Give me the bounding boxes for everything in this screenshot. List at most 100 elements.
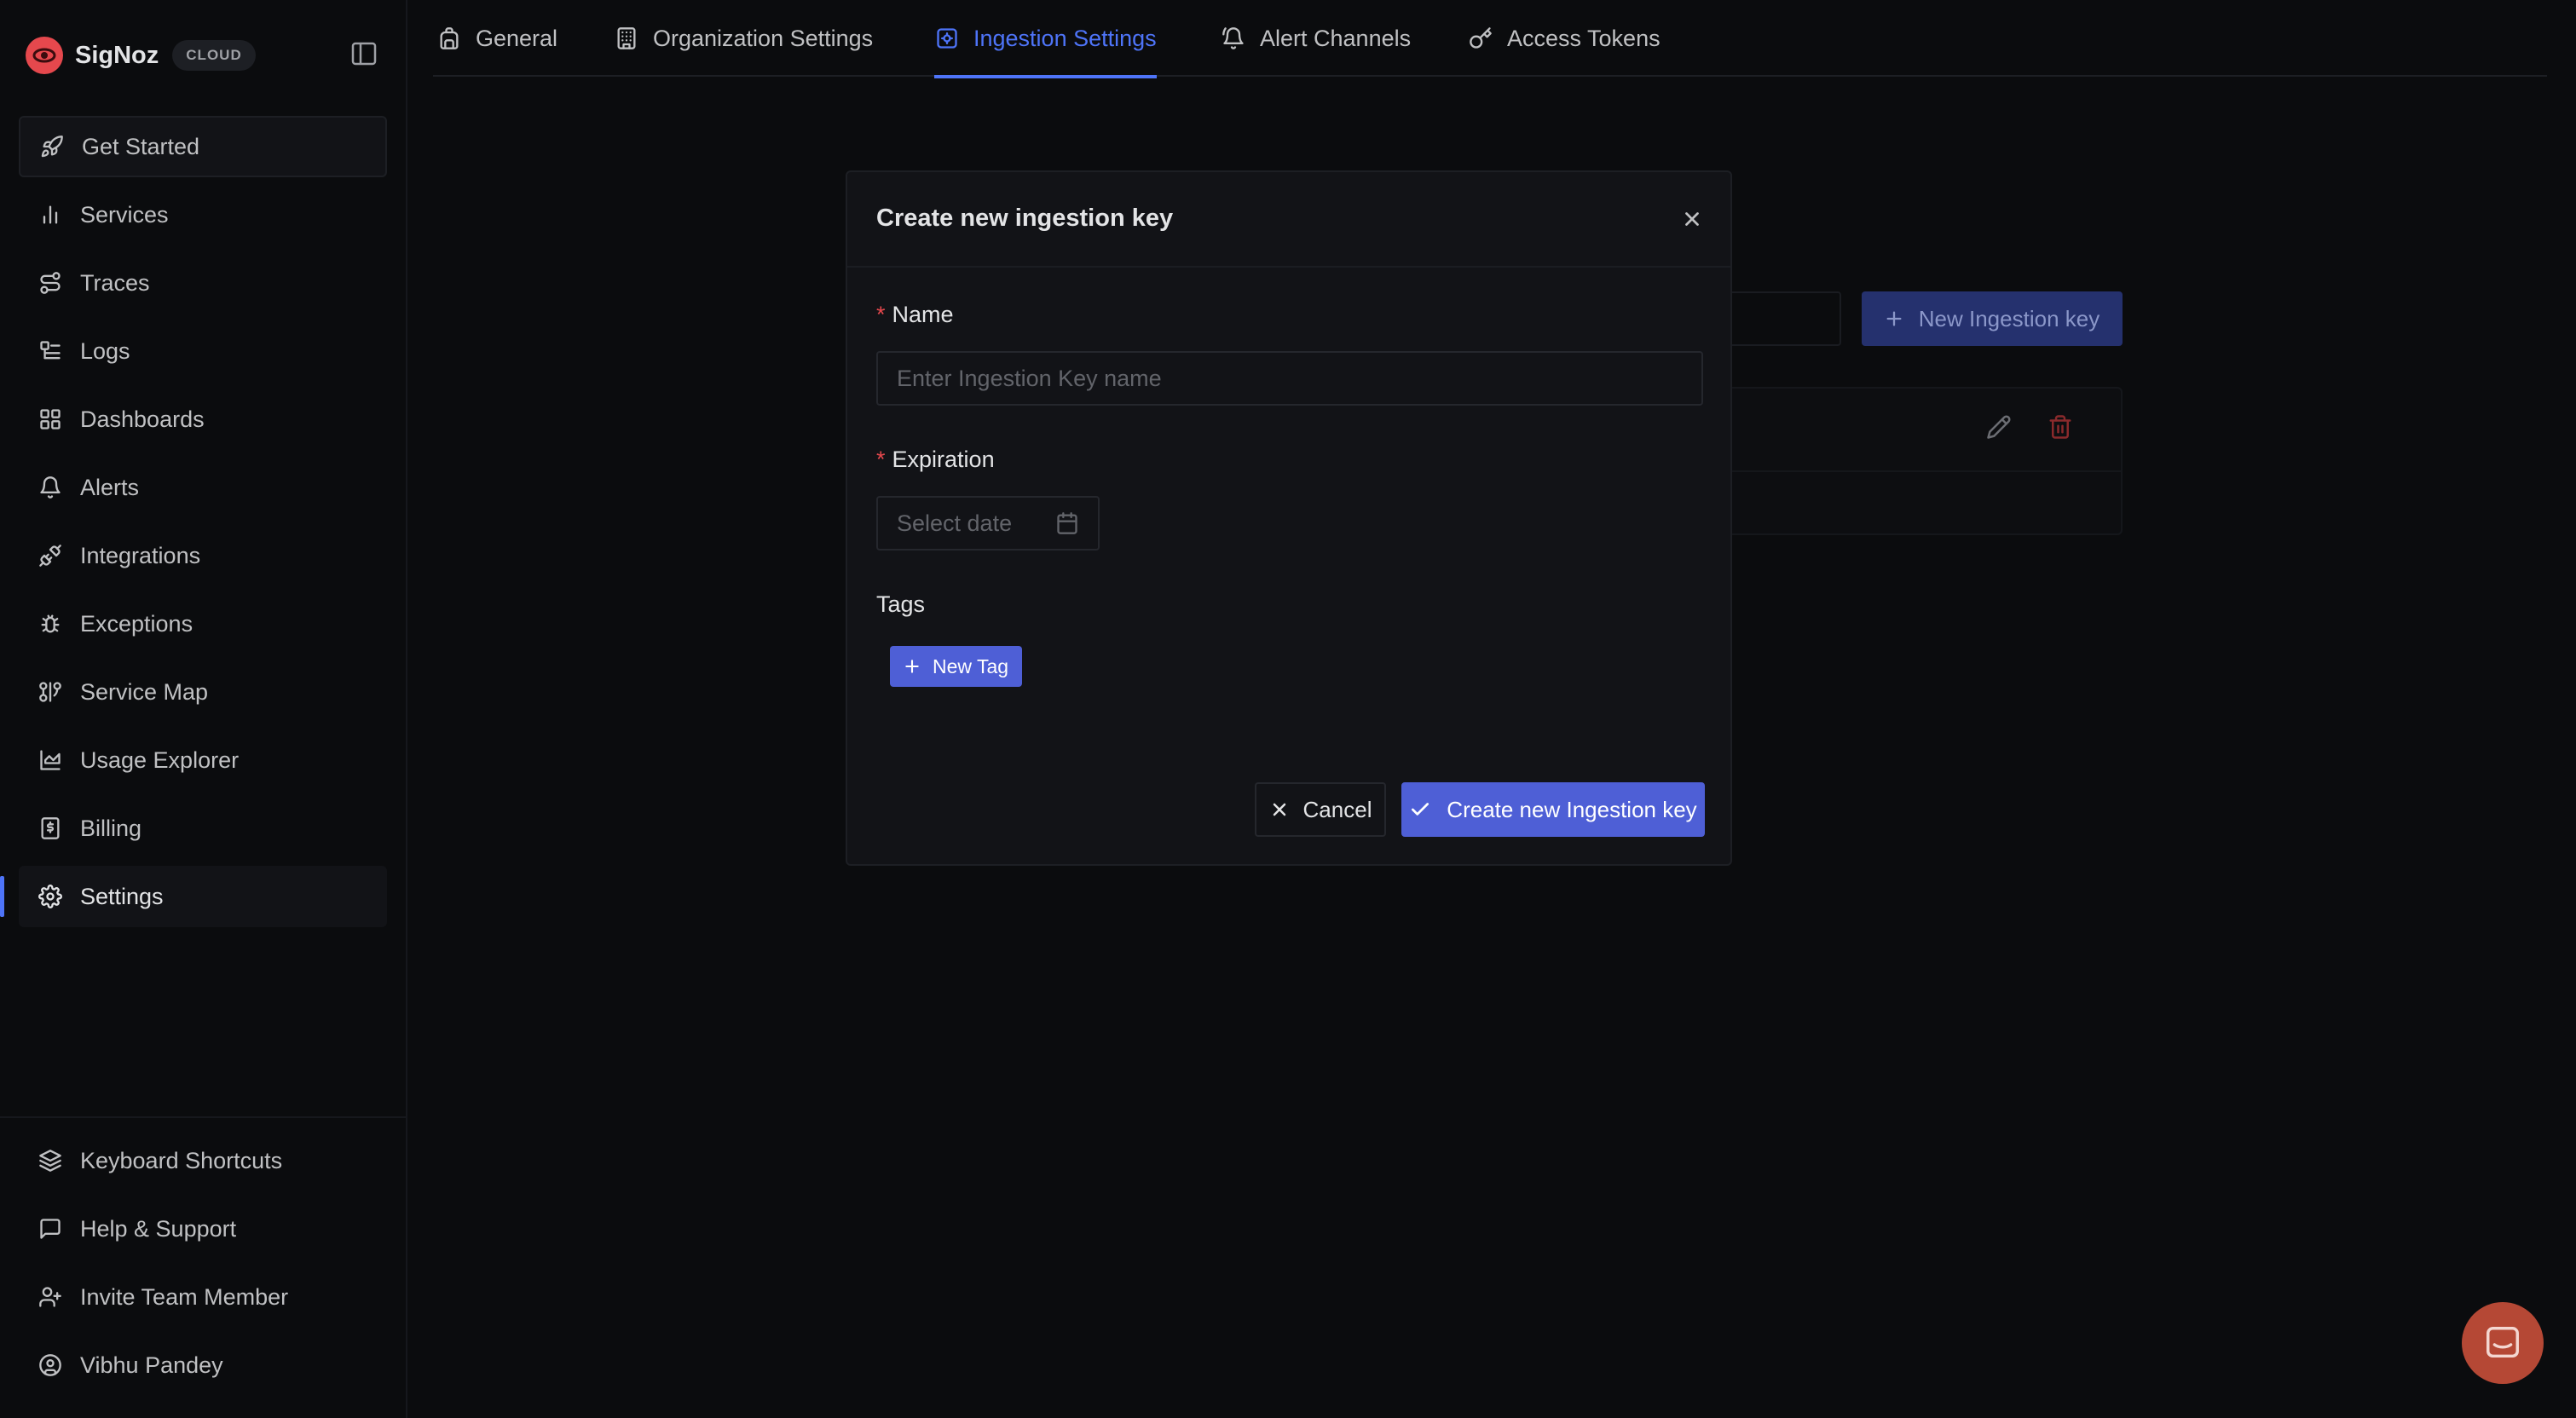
layers-icon: [38, 1148, 63, 1173]
sidebar-item-label: Invite Team Member: [80, 1283, 289, 1310]
sidebar-item-label: Exceptions: [80, 610, 193, 637]
required-marker: *: [876, 302, 886, 327]
chat-support-launcher-icon[interactable]: [2462, 1302, 2544, 1384]
create-ingestion-key-button[interactable]: Create new Ingestion key: [1401, 782, 1705, 837]
sidebar-item-service-map[interactable]: Service Map: [19, 661, 387, 723]
tab-label: Alert Channels: [1260, 25, 1412, 51]
tab-organization-settings[interactable]: Organization Settings: [614, 0, 873, 77]
bell-icon: [38, 475, 63, 500]
create-ingestion-key-modal: Create new ingestion key *Name *Expirati…: [846, 170, 1732, 866]
sidebar-nav: Get Started Services Traces Logs Dashboa…: [0, 116, 387, 934]
brand-name: SigNoz: [75, 41, 159, 69]
sidebar: SigNoz CLOUD Get Started Services Traces…: [0, 0, 407, 1418]
sidebar-bottom-nav: Keyboard Shortcuts Help & Support Invite…: [19, 1130, 387, 1403]
rocket-icon: [39, 134, 65, 159]
tags-label: Tags: [876, 591, 926, 617]
sidebar-toggle-icon[interactable]: [349, 39, 384, 68]
ingestion-key-name-input[interactable]: [876, 351, 1703, 406]
sidebar-item-integrations[interactable]: Integrations: [19, 525, 387, 586]
new-tag-button[interactable]: New Tag: [890, 646, 1023, 687]
key-icon: [1468, 26, 1493, 51]
edit-icon: [1986, 414, 2012, 440]
sidebar-item-billing[interactable]: Billing: [19, 798, 387, 859]
bug-icon: [38, 611, 63, 637]
cancel-button[interactable]: Cancel: [1255, 782, 1386, 837]
logs-icon: [38, 338, 63, 364]
sidebar-item-label: Services: [80, 201, 169, 228]
route-icon: [38, 270, 63, 296]
signoz-logo-icon: [26, 37, 63, 74]
sidebar-item-keyboard-shortcuts[interactable]: Keyboard Shortcuts: [19, 1130, 387, 1191]
plus-icon: [1885, 309, 1903, 328]
sidebar-item-label: Settings: [80, 883, 164, 909]
create-label: Create new Ingestion key: [1447, 796, 1697, 822]
tab-ingestion-settings[interactable]: Ingestion Settings: [934, 0, 1157, 78]
sidebar-item-label: Keyboard Shortcuts: [80, 1147, 283, 1173]
settings-tabs: General Organization Settings Ingestion …: [433, 0, 2547, 78]
sidebar-item-settings[interactable]: Settings: [0, 866, 387, 927]
active-indicator: [0, 876, 4, 917]
trash-icon: [2048, 414, 2073, 440]
modal-title: Create new ingestion key: [876, 205, 1174, 232]
sidebar-item-get-started[interactable]: Get Started: [19, 116, 387, 177]
new-ingestion-key-button: New Ingestion key: [1862, 291, 2123, 346]
message-square-icon: [38, 1216, 63, 1242]
route-map-icon: [38, 679, 63, 705]
sidebar-item-label: Traces: [80, 269, 150, 296]
close-icon[interactable]: [1679, 206, 1705, 232]
sidebar-item-alerts[interactable]: Alerts: [19, 457, 387, 518]
sidebar-item-label: Get Started: [82, 133, 200, 159]
cancel-label: Cancel: [1302, 796, 1372, 822]
bar-chart-icon: [38, 202, 63, 228]
modal-header: Create new ingestion key: [847, 172, 1730, 268]
name-label: * Name: [876, 302, 954, 328]
new-ingestion-key-label: New Ingestion key: [1918, 305, 2100, 331]
tab-label: Ingestion Settings: [973, 25, 1157, 51]
tab-label: General: [476, 25, 558, 51]
sidebar-item-label: Alerts: [80, 474, 140, 500]
name-label-text: Name: [892, 302, 954, 327]
building-icon: [614, 26, 639, 51]
close-icon: [1269, 799, 1290, 820]
dashboard-grid-icon: [38, 406, 63, 432]
sidebar-item-invite-team-member[interactable]: Invite Team Member: [19, 1266, 387, 1328]
sidebar-item-help-support[interactable]: Help & Support: [19, 1198, 387, 1259]
date-placeholder: Select date: [897, 510, 1013, 536]
required-marker: *: [876, 447, 886, 472]
new-tag-label: New Tag: [933, 654, 1009, 677]
brand[interactable]: SigNoz CLOUD: [26, 34, 256, 77]
sidebar-item-label: Service Map: [80, 678, 209, 705]
sidebar-item-label: Vibhu Pandey: [80, 1352, 223, 1378]
tab-alert-channels[interactable]: Alert Channels: [1221, 0, 1411, 77]
sidebar-item-label: Integrations: [80, 542, 201, 568]
tab-access-tokens[interactable]: Access Tokens: [1468, 0, 1661, 77]
sidebar-item-label: Logs: [80, 337, 130, 364]
gear-icon: [38, 884, 63, 909]
sidebar-item-dashboards[interactable]: Dashboards: [19, 389, 387, 450]
check-icon: [1409, 798, 1431, 821]
sidebar-item-logs[interactable]: Logs: [19, 320, 387, 382]
area-chart-icon: [38, 747, 63, 773]
sidebar-item-user-profile[interactable]: Vibhu Pandey: [19, 1334, 387, 1396]
cog-square-icon: [934, 26, 960, 51]
sidebar-divider: [0, 1116, 407, 1118]
sidebar-item-label: Usage Explorer: [80, 746, 240, 773]
sidebar-item-services[interactable]: Services: [19, 184, 387, 245]
sidebar-item-usage-explorer[interactable]: Usage Explorer: [19, 729, 387, 791]
expiration-label-text: Expiration: [892, 447, 995, 472]
cloud-badge: CLOUD: [172, 40, 256, 71]
tab-label: Organization Settings: [653, 25, 874, 51]
sidebar-item-label: Dashboards: [80, 406, 205, 432]
bell-ring-icon: [1221, 26, 1246, 51]
sidebar-item-label: Billing: [80, 815, 142, 841]
plus-icon: [904, 658, 921, 675]
sidebar-item-exceptions[interactable]: Exceptions: [19, 593, 387, 654]
expiration-date-picker[interactable]: Select date: [876, 496, 1100, 550]
user-circle-icon: [38, 1352, 63, 1378]
plug-icon: [38, 543, 63, 568]
calendar-icon: [1055, 511, 1079, 535]
user-plus-icon: [38, 1284, 63, 1310]
expiration-label: * Expiration: [876, 447, 995, 473]
tab-general[interactable]: General: [436, 0, 557, 77]
sidebar-item-traces[interactable]: Traces: [19, 252, 387, 314]
